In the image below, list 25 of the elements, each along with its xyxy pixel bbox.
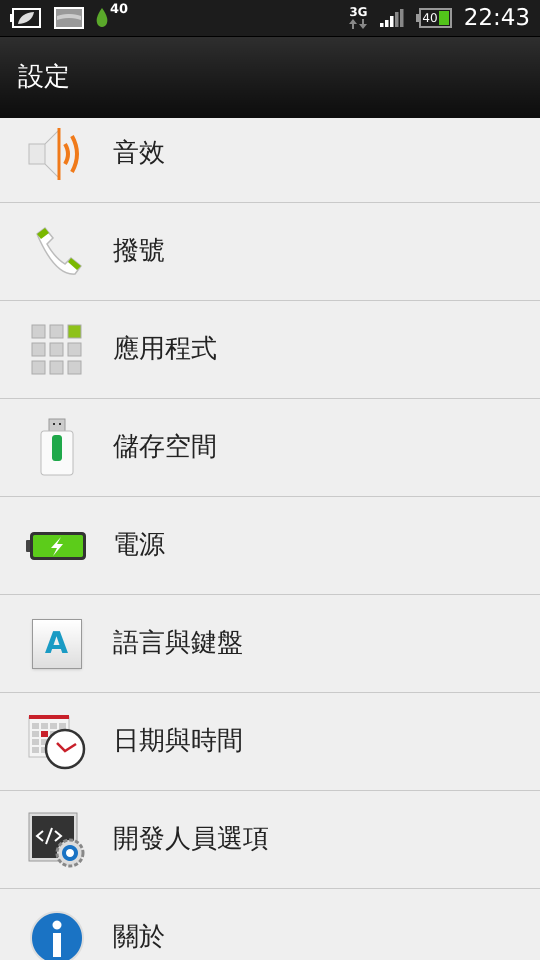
settings-item-label: 電源	[113, 529, 165, 562]
leaf-icon	[94, 7, 110, 29]
title: 設定	[18, 61, 70, 94]
data-arrows-icon	[348, 18, 368, 30]
network-type: 3G	[349, 6, 368, 18]
app-grid-icon	[30, 324, 82, 376]
code-gear-icon	[26, 810, 86, 868]
settings-item-label: 音效	[113, 137, 165, 170]
settings-item-label: 儲存空間	[113, 431, 217, 464]
settings-item-label: 語言與鍵盤	[113, 627, 243, 660]
leaf-battery-icon	[10, 7, 42, 29]
settings-item-label: 應用程式	[113, 333, 217, 366]
battery-level: 40	[422, 12, 438, 24]
settings-item-label: 開發人員選項	[113, 823, 269, 856]
settings-item-label: 關於	[113, 921, 165, 954]
calendar-clock-icon	[26, 712, 86, 770]
settings-item-label: 日期與時間	[113, 725, 243, 758]
letter-key-icon: A	[32, 618, 82, 668]
clock: 22:43	[464, 6, 530, 30]
info-icon	[28, 910, 84, 960]
settings-item-label: 撥號	[113, 235, 165, 268]
leaf-count: 40	[110, 3, 128, 16]
battery-fill	[438, 11, 449, 25]
signal-icon	[380, 8, 404, 28]
image-icon	[54, 7, 84, 29]
